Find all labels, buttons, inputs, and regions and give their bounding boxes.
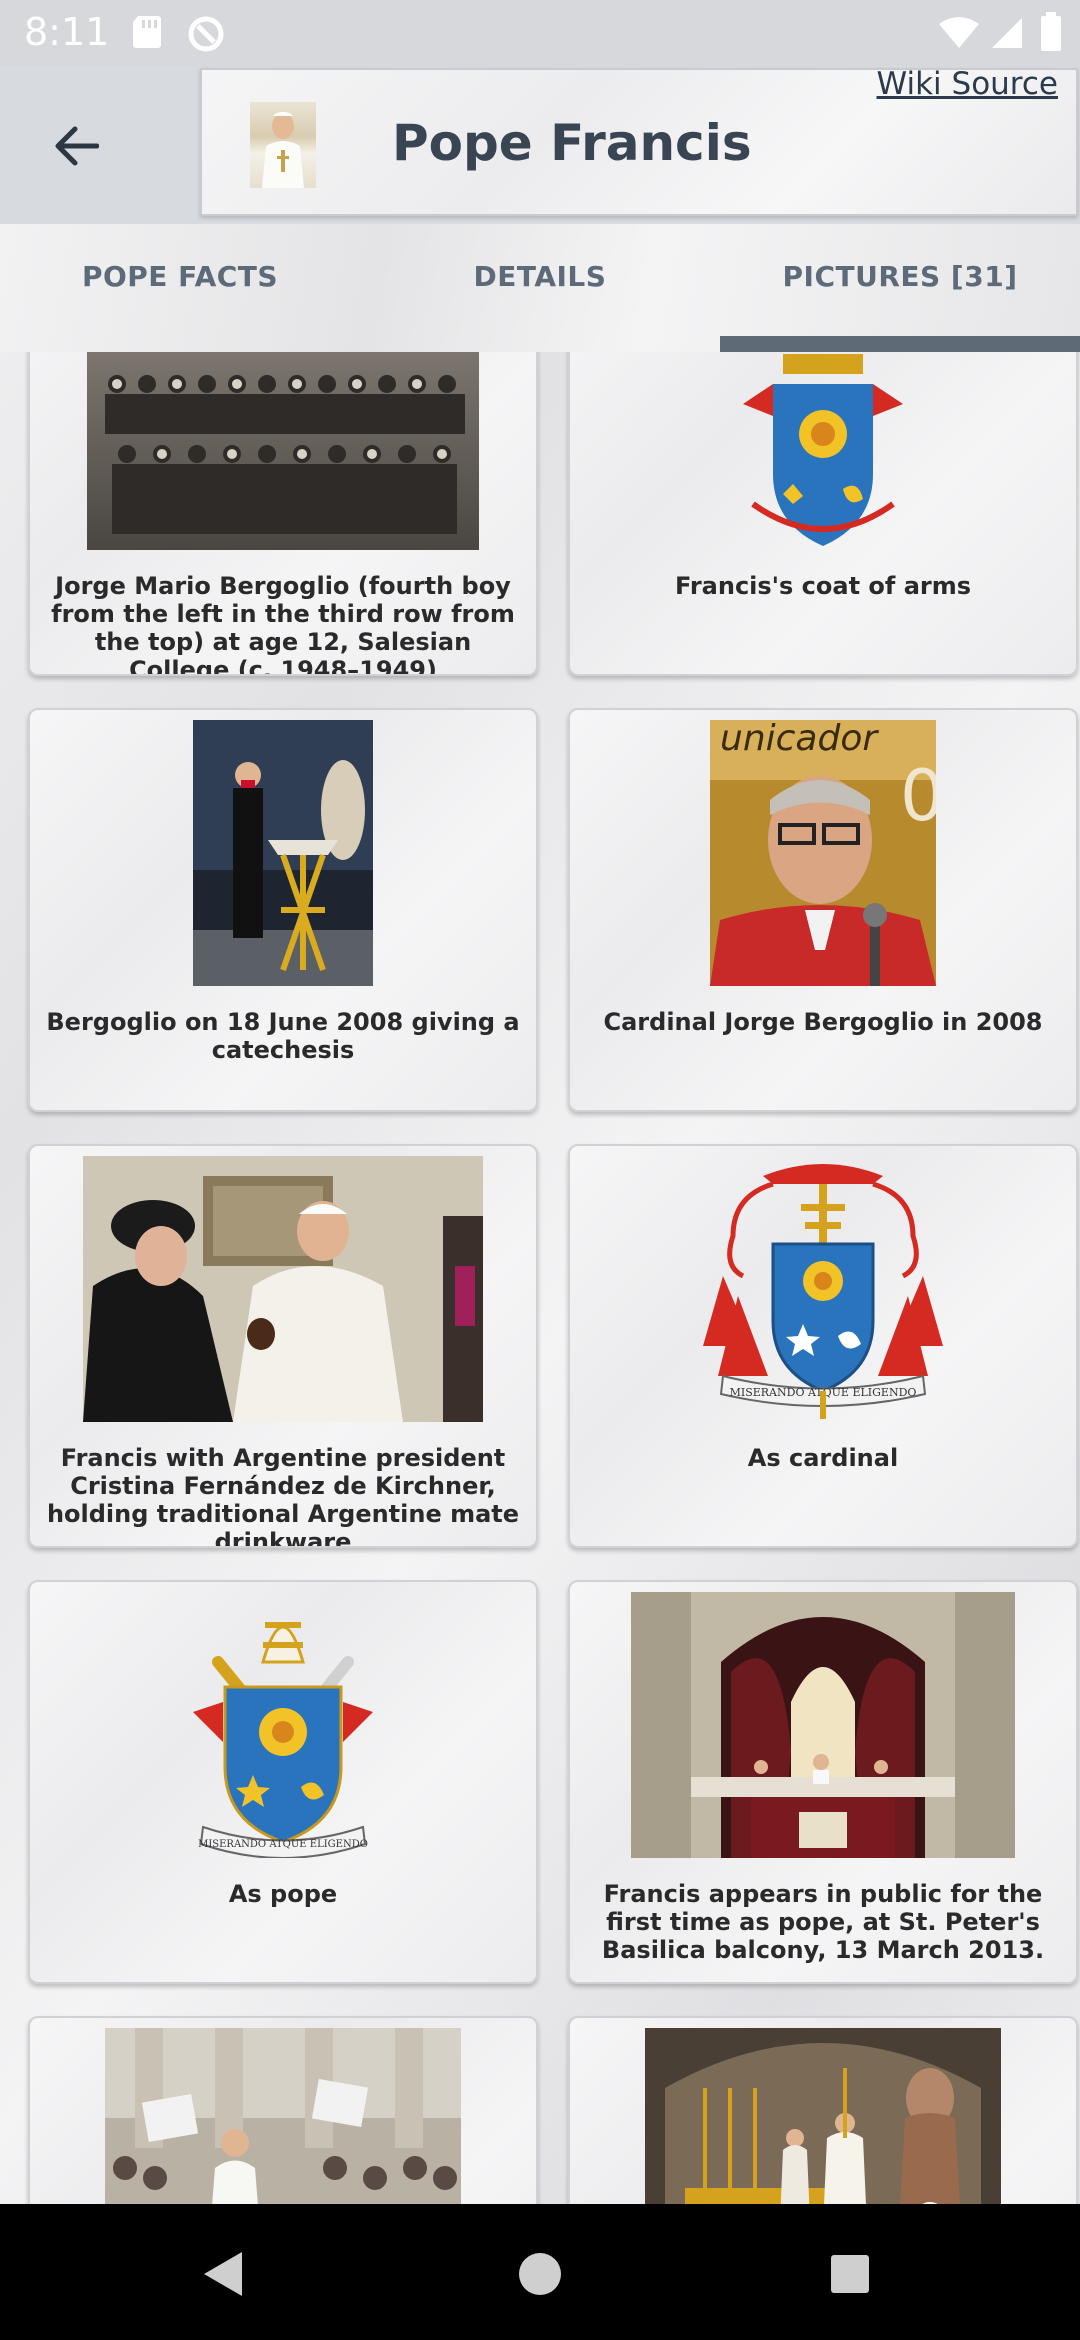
nav-home-icon[interactable] xyxy=(518,2252,562,2296)
page-title: Pope Francis xyxy=(392,114,752,172)
balcony-photo-image xyxy=(631,1592,1015,1858)
nav-recents-icon[interactable] xyxy=(830,2254,870,2294)
catechesis-image xyxy=(193,720,373,986)
wiki-source-link[interactable]: Wiki Source xyxy=(877,66,1058,102)
picture-caption: Bergoglio on 18 June 2008 giving a catec… xyxy=(46,1008,520,1064)
coat-of-arms-image xyxy=(743,354,903,546)
picture-caption: As cardinal xyxy=(747,1444,899,1472)
tab-bar: POPE FACTS DETAILS PICTURES [31] xyxy=(0,224,1080,352)
tab-pope-facts[interactable]: POPE FACTS xyxy=(0,260,360,293)
picture-card[interactable]: MISERANDO ATQUE ELIGENDO As cardinal xyxy=(568,1144,1078,1548)
picture-card[interactable]: Francis's coat of arms xyxy=(568,352,1078,676)
picture-caption: Jorge Mario Bergoglio (fourth boy from t… xyxy=(51,572,515,676)
picture-card[interactable]: Francis with Argentine president Cristin… xyxy=(28,1144,538,1548)
sync-icon xyxy=(188,16,224,52)
altar-photo-image xyxy=(645,2028,1001,2204)
title-card: Pope Francis Wiki Source xyxy=(200,66,1078,216)
back-button[interactable] xyxy=(40,110,112,182)
picture-caption: Francis's coat of arms xyxy=(674,572,972,600)
status-time: 8:11 xyxy=(24,10,110,54)
crowd-photo-image xyxy=(105,2028,461,2204)
svg-text:08: 08 xyxy=(900,755,936,837)
svg-text:MISERANDO ATQUE ELIGENDO: MISERANDO ATQUE ELIGENDO xyxy=(198,1839,368,1850)
picture-card[interactable] xyxy=(28,2016,538,2204)
picture-card[interactable] xyxy=(568,2016,1078,2204)
picture-card[interactable]: MISERANDO ATQUE ELIGENDO As pope xyxy=(28,1580,538,1984)
nav-back-icon[interactable] xyxy=(202,2250,246,2298)
picture-card[interactable]: Jorge Mario Bergoglio (fourth boy from t… xyxy=(28,352,538,676)
picture-caption: Francis appears in public for the first … xyxy=(601,1880,1045,1964)
cardinal-portrait-image: unicador 08 xyxy=(710,720,936,986)
signal-icon xyxy=(992,18,1022,48)
app-header: Pope Francis Wiki Source xyxy=(0,66,1080,224)
svg-text:unicador: unicador xyxy=(720,720,879,759)
picture-caption: Cardinal Jorge Bergoglio in 2008 xyxy=(603,1008,1043,1036)
status-bar: 8:11 xyxy=(0,0,1080,66)
battery-icon xyxy=(1041,12,1061,51)
sd-card-icon xyxy=(133,16,161,48)
picture-card[interactable]: Bergoglio on 18 June 2008 giving a catec… xyxy=(28,708,538,1112)
pope-arms-image: MISERANDO ATQUE ELIGENDO xyxy=(193,1622,373,1858)
cardinal-arms-image: MISERANDO ATQUE ELIGENDO xyxy=(703,1164,943,1419)
picture-card[interactable]: unicador 08 Cardinal Jorge Bergoglio in … xyxy=(568,708,1078,1112)
pictures-grid: Jorge Mario Bergoglio (fourth boy from t… xyxy=(0,352,1080,2204)
mate-photo-image xyxy=(83,1156,483,1422)
picture-card[interactable]: Francis appears in public for the first … xyxy=(568,1580,1078,1984)
class-photo-image xyxy=(87,352,479,550)
tab-indicator xyxy=(720,336,1080,352)
tab-details[interactable]: DETAILS xyxy=(360,260,720,293)
picture-caption: Francis with Argentine president Cristin… xyxy=(46,1444,520,1548)
tab-pictures[interactable]: PICTURES [31] xyxy=(720,260,1080,293)
navigation-bar xyxy=(0,2204,1080,2340)
wifi-icon xyxy=(939,17,979,48)
arrow-left-icon xyxy=(55,126,99,166)
pope-thumbnail xyxy=(250,102,316,188)
picture-caption: As pope xyxy=(228,1880,338,1908)
app-screen: 8:11 Pope Francis Wiki Source POPE FACTS… xyxy=(0,0,1080,2340)
